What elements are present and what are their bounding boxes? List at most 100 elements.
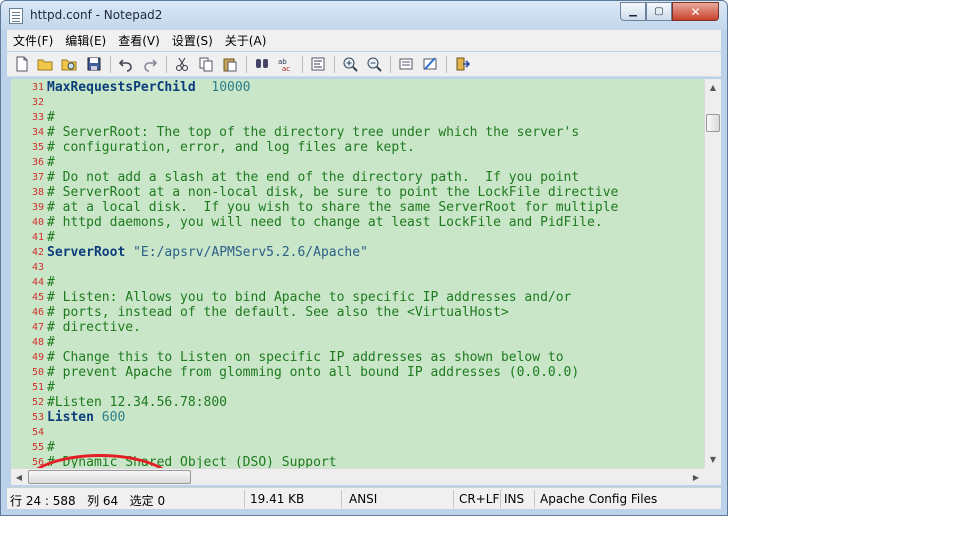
line-number: 50	[31, 367, 44, 378]
directive-value: 600	[93, 410, 126, 425]
open-folder-icon[interactable]	[37, 56, 53, 72]
comment-text: # directive.	[47, 320, 141, 335]
code-line: #	[47, 275, 55, 290]
line-number: 48	[31, 337, 44, 348]
toolbar-separator	[166, 56, 167, 73]
minimize-button[interactable]: ▁	[620, 2, 646, 21]
comment-text: #	[47, 155, 55, 170]
code-line: # ServerRoot at a non-local disk, be sur…	[47, 185, 618, 200]
code-line: # ports, instead of the default. See als…	[47, 305, 509, 320]
menu-edit[interactable]: 编辑(E)	[59, 32, 112, 49]
status-line-endings[interactable]: CR+LF	[459, 492, 499, 506]
maximize-button[interactable]: ▢	[646, 2, 672, 21]
line-number: 51	[31, 382, 44, 393]
code-line: # Listen: Allows you to bind Apache to s…	[47, 290, 571, 305]
scroll-left-arrow-icon[interactable]: ◀	[11, 469, 27, 485]
status-separator	[244, 490, 245, 508]
horizontal-scrollbar[interactable]: ◀ ▶	[11, 468, 704, 485]
code-line: #	[47, 110, 55, 125]
code-line: #	[47, 155, 55, 170]
code-line: Listen 600	[47, 410, 125, 425]
exit-icon[interactable]	[454, 56, 470, 72]
status-separator	[341, 490, 342, 508]
line-number: 39	[31, 202, 44, 213]
directive-keyword: MaxRequestsPerChild	[47, 80, 196, 95]
menu-about[interactable]: 关于(A)	[219, 32, 273, 49]
window-title: httpd.conf - Notepad2	[30, 8, 163, 22]
line-number: 43	[31, 262, 44, 273]
line-number: 36	[31, 157, 44, 168]
undo-icon[interactable]	[118, 56, 134, 72]
paste-icon[interactable]	[222, 56, 238, 72]
status-separator	[453, 490, 454, 508]
toolbar-separator	[246, 56, 247, 73]
notepad2-window: httpd.conf - Notepad2 ▁ ▢ ✕ 文件(F) 编辑(E) …	[0, 0, 728, 516]
comment-text: #	[47, 110, 55, 125]
comment-text: # ports, instead of the default. See als…	[47, 305, 509, 320]
comment-text: # Listen: Allows you to bind Apache to s…	[47, 290, 572, 305]
word-wrap-icon[interactable]	[310, 56, 326, 72]
browse-icon[interactable]	[61, 56, 77, 72]
code-line: #Listen 12.34.56.78:800	[47, 395, 227, 410]
scheme-icon[interactable]	[398, 56, 414, 72]
comment-text: # ServerRoot: The top of the directory t…	[47, 125, 580, 140]
menu-view[interactable]: 查看(V)	[112, 32, 166, 49]
code-line: # httpd daemons, you will need to change…	[47, 215, 603, 230]
vertical-scrollbar[interactable]: ▲ ▼	[704, 79, 721, 468]
comment-text: # ServerRoot at a non-local disk, be sur…	[47, 185, 619, 200]
text-editor[interactable]: 31 32 33 34 35 36 37 38 39 40 41 42 43 44 45 46 47 48 49 50…	[11, 79, 704, 468]
comment-text: # prevent Apache from glomming onto all …	[47, 365, 580, 380]
menu-settings[interactable]: 设置(S)	[166, 32, 219, 49]
status-bar: 行 24 : 588 列 64 选定 0 19.41 KB ANSI CR+LF…	[7, 487, 721, 509]
replace-icon[interactable]: abac	[278, 56, 294, 72]
directive-value: 10000	[195, 80, 251, 95]
line-number: 38	[31, 187, 44, 198]
scroll-down-arrow-icon[interactable]: ▼	[705, 451, 721, 468]
line-number: 37	[31, 172, 44, 183]
scroll-right-arrow-icon[interactable]: ▶	[688, 469, 704, 485]
comment-text: # Do not add a slash at the end of the d…	[47, 170, 580, 185]
status-insert-mode[interactable]: INS	[504, 492, 524, 506]
code-line: # configuration, error, and log files ar…	[47, 140, 415, 155]
line-number: 34	[31, 127, 44, 138]
status-separator	[500, 490, 501, 508]
comment-text: #	[47, 335, 55, 350]
title-bar[interactable]: httpd.conf - Notepad2 ▁ ▢ ✕	[1, 1, 727, 30]
line-number: 41	[31, 232, 44, 243]
line-number: 32	[31, 97, 44, 108]
notepad-app-icon	[9, 8, 23, 24]
code-line: # at a local disk. If you wish to share …	[47, 200, 618, 215]
status-separator	[534, 490, 535, 508]
vertical-scroll-thumb[interactable]	[706, 114, 720, 132]
code-line: ServerRoot "E:/apsrv/APMServ5.2.6/Apache…	[47, 245, 368, 260]
menu-file[interactable]: 文件(F)	[7, 32, 59, 49]
comment-text: #	[47, 275, 55, 290]
toolbar-separator	[302, 56, 303, 73]
new-file-icon[interactable]	[14, 56, 30, 72]
comment-text: # httpd daemons, you will need to change…	[47, 215, 603, 230]
zoom-out-icon[interactable]	[366, 56, 382, 72]
line-number: 35	[31, 142, 44, 153]
status-encoding[interactable]: ANSI	[349, 492, 377, 506]
scroll-up-arrow-icon[interactable]: ▲	[705, 79, 721, 96]
save-icon[interactable]	[86, 56, 102, 72]
comment-text: # Change this to Listen on specific IP a…	[47, 350, 564, 365]
close-button[interactable]: ✕	[672, 2, 719, 21]
directive-value: "E:/apsrv/APMServ5.2.6/Apache"	[125, 245, 368, 260]
cut-icon[interactable]	[174, 56, 190, 72]
customize-scheme-icon[interactable]	[422, 56, 438, 72]
horizontal-scroll-thumb[interactable]	[28, 470, 191, 484]
find-icon[interactable]	[254, 56, 270, 72]
status-scheme[interactable]: Apache Config Files	[540, 492, 657, 506]
comment-text: # configuration, error, and log files ar…	[47, 140, 415, 155]
code-line: #	[47, 230, 55, 245]
directive-keyword: Listen	[47, 410, 94, 425]
line-number: 45	[31, 292, 44, 303]
copy-icon[interactable]	[198, 56, 214, 72]
redo-icon[interactable]	[142, 56, 158, 72]
line-number: 55	[31, 442, 44, 453]
zoom-in-icon[interactable]	[342, 56, 358, 72]
comment-text: # at a local disk. If you wish to share …	[47, 200, 619, 215]
line-number: 42	[31, 247, 44, 258]
line-number: 44	[31, 277, 44, 288]
